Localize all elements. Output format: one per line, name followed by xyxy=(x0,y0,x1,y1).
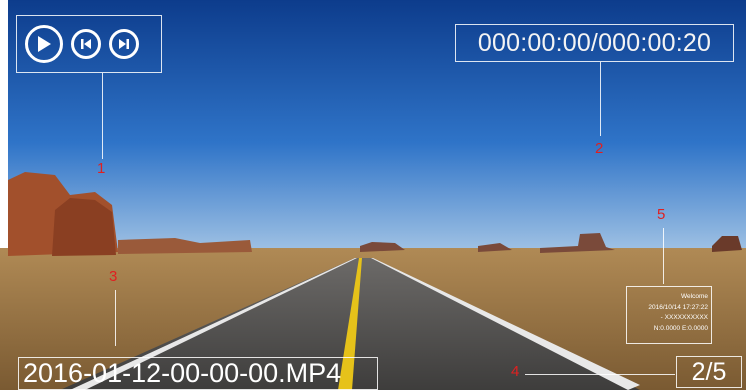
stamp-line: - XXXXXXXXXX xyxy=(660,314,708,321)
stamp-line: Welcome xyxy=(681,293,708,300)
skip-back-icon xyxy=(81,39,91,49)
stamp-line: N:0.0000 E:0.0000 xyxy=(653,324,708,332)
video-filename: 2016-01-12-00-00-00.MP4 xyxy=(18,357,378,390)
previous-button[interactable] xyxy=(71,29,101,59)
callout-number-4: 4 xyxy=(511,363,520,380)
play-icon xyxy=(38,36,51,52)
callout-number-3: 3 xyxy=(109,268,118,285)
video-watermark-stamp: Welcome 2016/10/14 17:27:22 - XXXXXXXXXX… xyxy=(626,286,712,344)
callout-number-1: 1 xyxy=(97,160,106,177)
video-player-screen: 000:00:00/000:00:20 2016-01-12-00-00-00.… xyxy=(0,0,746,390)
file-page-counter: 2/5 xyxy=(676,356,742,388)
callout-leader-line xyxy=(525,374,675,375)
play-button[interactable] xyxy=(25,25,63,63)
next-button[interactable] xyxy=(109,29,139,59)
callout-leader-line xyxy=(102,73,103,159)
playback-time-display: 000:00:00/000:00:20 xyxy=(455,24,734,62)
callout-leader-line xyxy=(663,228,664,284)
stamp-line: 2016/10/14 17:27:22 xyxy=(648,303,708,311)
callout-number-5: 5 xyxy=(657,206,666,223)
playback-controls-panel xyxy=(16,15,162,73)
callout-number-2: 2 xyxy=(595,140,604,157)
callout-leader-line xyxy=(115,290,116,346)
skip-forward-icon xyxy=(119,39,129,49)
callout-leader-line xyxy=(600,62,601,136)
